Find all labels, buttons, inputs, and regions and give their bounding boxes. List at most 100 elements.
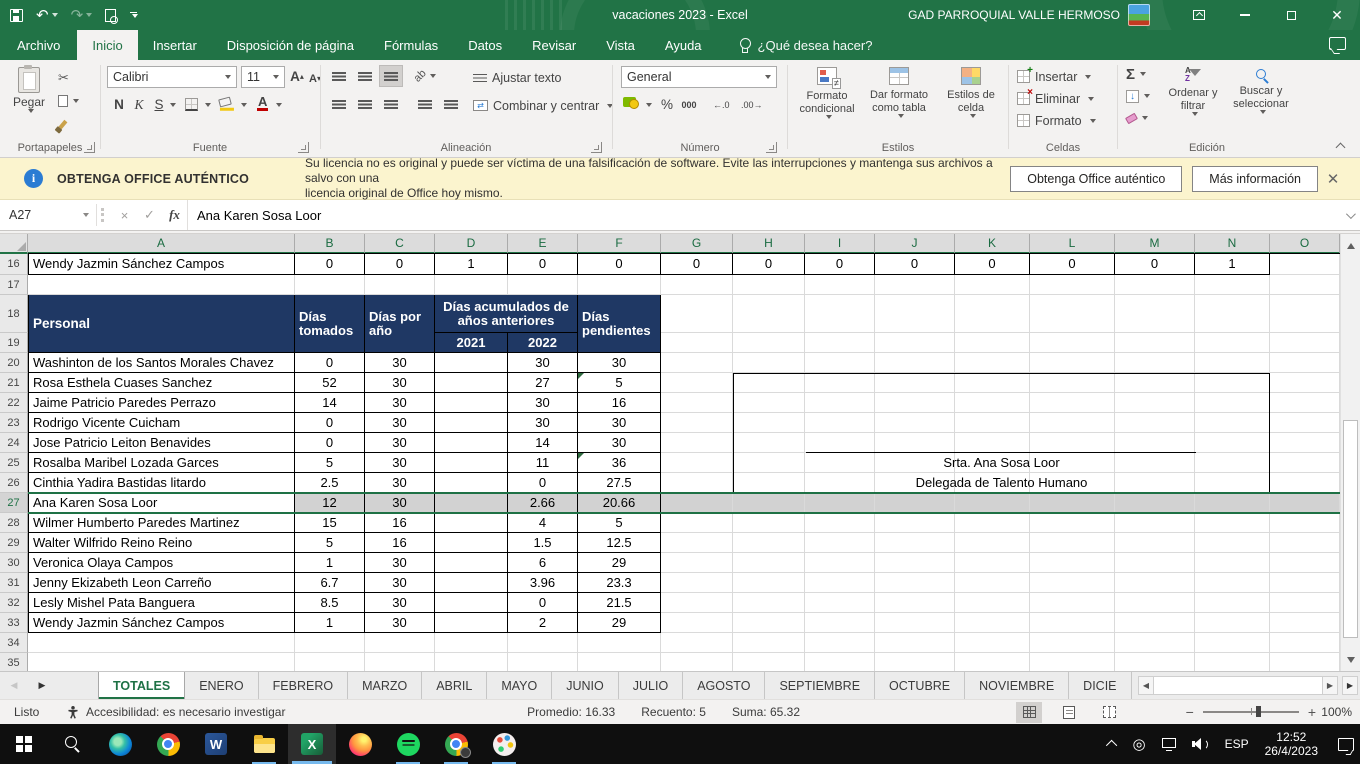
- cell-name[interactable]: Rodrigo Vicente Cuicham: [28, 413, 295, 433]
- cell[interactable]: 14: [295, 393, 365, 413]
- cell-name[interactable]: Jaime Patricio Paredes Perrazo: [28, 393, 295, 413]
- cell[interactable]: [1270, 413, 1340, 433]
- cell[interactable]: 14: [508, 433, 578, 453]
- cell[interactable]: [955, 553, 1030, 573]
- cell[interactable]: [805, 633, 875, 653]
- column-header-F[interactable]: F: [578, 234, 661, 254]
- cell[interactable]: [1270, 553, 1340, 573]
- cell[interactable]: [1195, 573, 1270, 593]
- insert-cells-button[interactable]: Insertar: [1017, 66, 1091, 87]
- cell[interactable]: [1115, 473, 1195, 493]
- underline-button[interactable]: S: [149, 94, 169, 115]
- cell[interactable]: [1030, 653, 1115, 671]
- zoom-in-button[interactable]: +: [1308, 705, 1316, 719]
- cell[interactable]: [955, 533, 1030, 553]
- vertical-scrollbar[interactable]: [1340, 234, 1360, 671]
- cell[interactable]: 0: [365, 254, 435, 275]
- format-as-table-button[interactable]: Dar formato como tabla: [864, 60, 934, 118]
- cell[interactable]: [1270, 353, 1340, 373]
- column-header-B[interactable]: B: [295, 234, 365, 254]
- cell[interactable]: [875, 573, 955, 593]
- redo-button[interactable]: ↷: [71, 0, 93, 30]
- cell[interactable]: 36: [578, 453, 661, 473]
- cell-name[interactable]: Wendy Jazmin Sánchez Campos: [28, 613, 295, 633]
- paste-button[interactable]: Pegar: [7, 62, 51, 113]
- cell[interactable]: 11: [508, 453, 578, 473]
- cell[interactable]: [955, 433, 1030, 453]
- cell[interactable]: [805, 393, 875, 413]
- cell[interactable]: 8.5: [295, 593, 365, 613]
- cell[interactable]: [875, 633, 955, 653]
- cell[interactable]: 15: [295, 513, 365, 533]
- row-header-18[interactable]: 18: [0, 295, 28, 333]
- number-dialog-launcher[interactable]: [766, 142, 777, 153]
- cell[interactable]: 0: [508, 473, 578, 493]
- cell[interactable]: 5: [295, 533, 365, 553]
- cell[interactable]: [1115, 433, 1195, 453]
- cell[interactable]: 0: [955, 254, 1030, 275]
- name-box[interactable]: A27: [0, 200, 96, 230]
- cell[interactable]: 16: [578, 393, 661, 413]
- sort-filter-button[interactable]: AZ Ordenar y filtrar: [1160, 60, 1226, 116]
- cell[interactable]: [805, 333, 875, 353]
- cell[interactable]: [435, 613, 508, 633]
- cell[interactable]: 30: [508, 413, 578, 433]
- account-info[interactable]: GAD PARROQUIAL VALLE HERMOSO: [908, 0, 1150, 30]
- cell[interactable]: [661, 613, 733, 633]
- cell[interactable]: [435, 533, 508, 553]
- network-icon[interactable]: [1162, 738, 1176, 748]
- cell[interactable]: [733, 593, 805, 613]
- cell[interactable]: [661, 653, 733, 671]
- page-break-view-button[interactable]: [1096, 702, 1122, 723]
- zoom-out-button[interactable]: −: [1186, 705, 1194, 719]
- row-header-27[interactable]: 27: [0, 493, 28, 513]
- font-name-select[interactable]: Calibri: [107, 66, 237, 88]
- cell[interactable]: [435, 275, 508, 295]
- cell[interactable]: 1: [1195, 254, 1270, 275]
- cell[interactable]: [1115, 373, 1195, 393]
- cell[interactable]: 5: [578, 513, 661, 533]
- cell[interactable]: [1270, 653, 1340, 671]
- cell[interactable]: 0: [295, 353, 365, 373]
- cell[interactable]: 20.66: [578, 493, 661, 513]
- cell[interactable]: [875, 473, 955, 493]
- cell-name[interactable]: Walter Wilfrido Reino Reino: [28, 533, 295, 553]
- column-header-E[interactable]: E: [508, 234, 578, 254]
- cell[interactable]: [295, 275, 365, 295]
- cell[interactable]: [435, 473, 508, 493]
- cell[interactable]: [1195, 533, 1270, 553]
- undo-button[interactable]: ↶: [36, 0, 58, 30]
- cell[interactable]: [1195, 453, 1270, 473]
- cell[interactable]: [805, 593, 875, 613]
- cell[interactable]: [435, 633, 508, 653]
- cell[interactable]: [1030, 613, 1115, 633]
- cell[interactable]: [295, 633, 365, 653]
- cell[interactable]: [805, 353, 875, 373]
- cell[interactable]: [365, 275, 435, 295]
- row-header-21[interactable]: 21: [0, 373, 28, 393]
- cell[interactable]: [1270, 573, 1340, 593]
- row-header-19[interactable]: 19: [0, 333, 28, 353]
- cell[interactable]: [661, 553, 733, 573]
- cell[interactable]: 30: [365, 573, 435, 593]
- taskbar-paint[interactable]: [480, 724, 528, 764]
- cell[interactable]: 30: [365, 493, 435, 513]
- cell[interactable]: [1195, 593, 1270, 613]
- column-header-M[interactable]: M: [1115, 234, 1195, 254]
- column-header-C[interactable]: C: [365, 234, 435, 254]
- cell[interactable]: 0: [733, 254, 805, 275]
- cell[interactable]: [733, 533, 805, 553]
- format-painter-button[interactable]: [56, 114, 81, 134]
- cell-name[interactable]: Veronica Olaya Campos: [28, 553, 295, 573]
- cell[interactable]: [955, 353, 1030, 373]
- increase-indent-button[interactable]: [439, 93, 463, 115]
- sheet-tab-junio[interactable]: JUNIO: [552, 672, 619, 699]
- tell-me-search[interactable]: ¿Qué desea hacer?: [739, 30, 873, 60]
- cell[interactable]: [435, 393, 508, 413]
- cell[interactable]: [875, 453, 955, 473]
- tab-fórmulas[interactable]: Fórmulas: [369, 30, 453, 60]
- cell-name[interactable]: Rosa Esthela Cuases Sanchez: [28, 373, 295, 393]
- decrease-decimal-button[interactable]: .00→: [741, 100, 763, 110]
- sheet-tab-agosto[interactable]: AGOSTO: [683, 672, 765, 699]
- cell[interactable]: [1115, 653, 1195, 671]
